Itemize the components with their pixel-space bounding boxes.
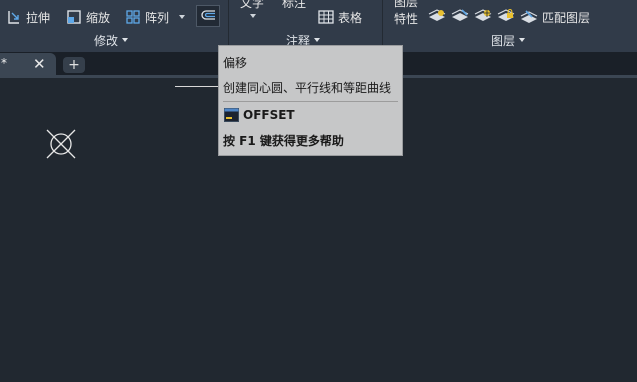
table-icon — [318, 10, 334, 24]
match-layer-button[interactable]: 匹配图层 — [520, 8, 590, 26]
document-tab[interactable]: * ✕ — [0, 53, 56, 76]
layer-properties-label-1: 图层 — [393, 0, 418, 9]
stretch-label: 拉伸 — [26, 10, 51, 25]
panel-divider — [228, 0, 229, 50]
offset-button[interactable] — [196, 5, 220, 27]
match-layer-icon — [520, 9, 538, 25]
layers-panel-title[interactable]: 图层 — [491, 32, 526, 48]
layer-freeze-button[interactable] — [474, 7, 492, 26]
layer-isolate-button[interactable] — [451, 7, 469, 26]
panel-divider — [382, 0, 383, 50]
layer-properties-button[interactable]: 图层 特性 — [392, 0, 420, 28]
layer-lock-button[interactable] — [497, 7, 515, 26]
offset-tooltip: 偏移 创建同心圆、平行线和等距曲线 OFFSET 按 F1 键获得更多帮助 — [218, 45, 403, 156]
add-tab-button[interactable]: + — [63, 57, 85, 73]
match-layer-label: 匹配图层 — [542, 10, 591, 25]
layer-isolate-icon — [451, 9, 469, 26]
scale-button[interactable]: 缩放 — [66, 8, 110, 26]
layers-panel-caret-icon — [519, 38, 526, 42]
array-icon — [125, 9, 141, 25]
close-icon[interactable]: ✕ — [33, 55, 46, 73]
modify-panel-caret-icon — [122, 38, 129, 42]
stretch-icon — [6, 9, 22, 25]
command-line-icon — [224, 108, 239, 125]
array-button[interactable]: 阵列 — [125, 8, 186, 26]
ucs-marker-icon — [46, 129, 76, 162]
tooltip-divider — [223, 101, 398, 102]
annotation-panel-caret-icon — [314, 38, 321, 42]
table-button[interactable]: 表格 — [318, 8, 362, 26]
layer-lock-icon — [497, 8, 515, 26]
layer-freeze-icon — [474, 9, 492, 26]
plus-icon: + — [68, 57, 80, 73]
document-tab-label: * — [1, 56, 7, 70]
scale-icon — [66, 9, 82, 25]
layer-off-icon — [428, 9, 446, 26]
array-label: 阵列 — [145, 10, 170, 25]
dimension-button[interactable]: 标注 — [282, 0, 306, 11]
dimension-label: 标注 — [282, 0, 307, 10]
layer-off-button[interactable] — [428, 7, 446, 26]
offset-icon — [200, 8, 216, 25]
array-dropdown-icon[interactable] — [179, 15, 186, 19]
scale-label: 缩放 — [86, 10, 111, 25]
text-dropdown-icon[interactable] — [250, 14, 256, 18]
layer-properties-label-2: 特性 — [393, 12, 418, 26]
tooltip-command: OFFSET — [243, 108, 295, 122]
modify-panel-title[interactable]: 修改 — [94, 32, 129, 48]
table-label: 表格 — [338, 10, 363, 25]
text-label: 文字 — [240, 0, 265, 10]
text-button[interactable]: 文字 — [240, 0, 264, 11]
tooltip-description: 创建同心圆、平行线和等距曲线 — [223, 81, 392, 95]
tooltip-help: 按 F1 键获得更多帮助 — [223, 134, 344, 148]
stretch-button[interactable]: 拉伸 — [6, 8, 50, 26]
drawn-line — [175, 86, 223, 87]
tooltip-title: 偏移 — [223, 56, 248, 70]
